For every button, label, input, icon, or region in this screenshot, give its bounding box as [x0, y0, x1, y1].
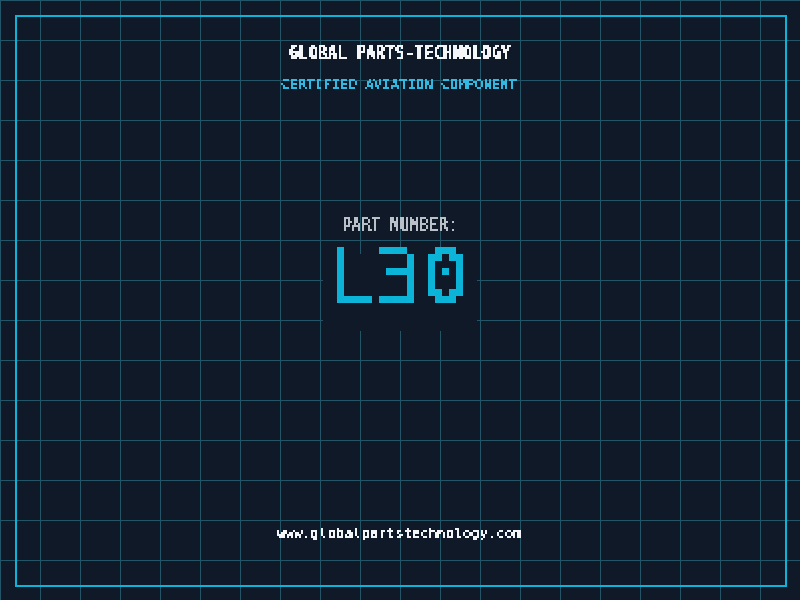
footer — [0, 526, 800, 548]
tagline-row — [0, 77, 800, 99]
part-label-screen — [0, 0, 800, 600]
part-number-row — [0, 240, 800, 352]
part-number-label — [340, 217, 460, 241]
certification-tagline — [279, 77, 521, 99]
company-name — [287, 45, 513, 69]
part-number-value — [323, 240, 477, 352]
part-label-row — [0, 217, 800, 241]
website-url — [275, 526, 525, 548]
header — [0, 45, 800, 69]
